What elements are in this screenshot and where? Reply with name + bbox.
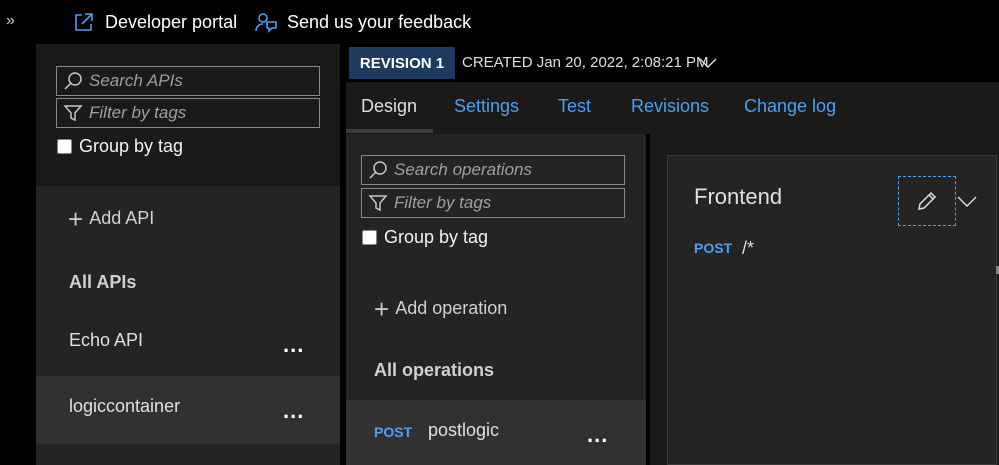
search-apis-placeholder: Search APIs: [89, 71, 183, 90]
edit-frontend-button[interactable]: [898, 176, 956, 226]
checkbox-box[interactable]: [362, 230, 377, 245]
filter-icon: [63, 105, 83, 122]
revision-created: CREATED Jan 20, 2022, 2:08:21 PM: [462, 54, 709, 71]
search-apis-input[interactable]: Search APIs: [56, 66, 320, 96]
tab-revisions[interactable]: Revisions: [631, 96, 709, 117]
more-options-icon[interactable]: ...: [283, 400, 304, 422]
apis-panel: Search APIs Filter by tags Group by tag …: [36, 44, 340, 465]
list-filler: [36, 444, 340, 465]
add-operation-label: Add operation: [395, 298, 508, 318]
chevron-down-icon[interactable]: [956, 191, 978, 211]
frontend-path: /*: [742, 238, 755, 258]
add-api-row[interactable]: + Add API: [36, 186, 340, 252]
operation-label: postlogic: [428, 420, 500, 440]
tab-settings[interactable]: Settings: [454, 96, 519, 117]
group-by-tag-label: Group by tag: [384, 227, 489, 247]
add-api-label: Add API: [89, 208, 155, 228]
search-operations-input[interactable]: Search operations: [361, 155, 625, 185]
plus-icon: +: [374, 293, 390, 324]
tab-change-log[interactable]: Change log: [744, 96, 836, 117]
operations-panel: Search operations Filter by tags Group b…: [346, 134, 646, 465]
external-link-icon: [75, 13, 93, 31]
revision-badge: REVISION 1: [349, 47, 455, 79]
more-options-icon[interactable]: ...: [283, 334, 304, 356]
search-icon: [369, 161, 387, 179]
api-item-label: Echo API: [69, 330, 144, 350]
feedback-link[interactable]: Send us your feedback: [254, 8, 471, 36]
group-by-tag-label: Group by tag: [79, 136, 184, 156]
revision-bar: REVISION 1 CREATED Jan 20, 2022, 2:08:21…: [346, 44, 999, 82]
all-apis-label: All APIs: [69, 272, 137, 292]
plus-icon: +: [68, 203, 84, 234]
method-badge: POST: [694, 240, 733, 256]
frontend-card: Frontend POST /*: [667, 155, 997, 465]
filter-tags-input[interactable]: Filter by tags: [361, 188, 625, 218]
all-apis-row[interactable]: All APIs: [36, 252, 340, 318]
filter-icon: [368, 195, 388, 212]
double-chevron-right-icon[interactable]: »: [6, 10, 26, 32]
checkbox-box[interactable]: [57, 139, 72, 154]
pencil-icon: [918, 191, 937, 210]
operation-list-item[interactable]: POST postlogic ...: [346, 400, 646, 465]
chevron-down-icon[interactable]: [698, 54, 718, 72]
add-operation-row[interactable]: + Add operation: [374, 293, 508, 324]
top-bar: » Developer portal Send us your feedback: [0, 0, 999, 44]
group-by-tag-checkbox[interactable]: Group by tag: [362, 227, 488, 248]
left-strip: [0, 44, 36, 465]
filter-tags-input[interactable]: Filter by tags: [56, 98, 320, 128]
tab-test[interactable]: Test: [558, 96, 591, 117]
more-options-icon[interactable]: ...: [587, 424, 608, 446]
api-item-label: logiccontainer: [69, 396, 181, 416]
search-icon: [64, 72, 82, 90]
search-operations-placeholder: Search operations: [394, 160, 532, 179]
method-badge: POST: [374, 424, 413, 440]
filter-tags-placeholder: Filter by tags: [89, 103, 187, 122]
tab-bar: Design Settings Test Revisions Change lo…: [346, 82, 999, 134]
developer-portal-label: Developer portal: [105, 11, 238, 32]
feedback-label: Send us your feedback: [287, 11, 472, 32]
api-list-item-selected[interactable]: logiccontainer ...: [36, 376, 340, 444]
frontend-title: Frontend: [694, 184, 783, 209]
active-tab-indicator: [346, 129, 433, 133]
tab-design[interactable]: Design: [361, 96, 417, 117]
feedback-icon: [255, 13, 277, 33]
filter-tags-placeholder: Filter by tags: [394, 193, 492, 212]
api-list-item[interactable]: Echo API ...: [36, 318, 340, 376]
all-operations-label[interactable]: All operations: [374, 360, 494, 381]
group-by-tag-checkbox[interactable]: Group by tag: [57, 136, 183, 157]
developer-portal-link[interactable]: Developer portal: [72, 8, 237, 36]
